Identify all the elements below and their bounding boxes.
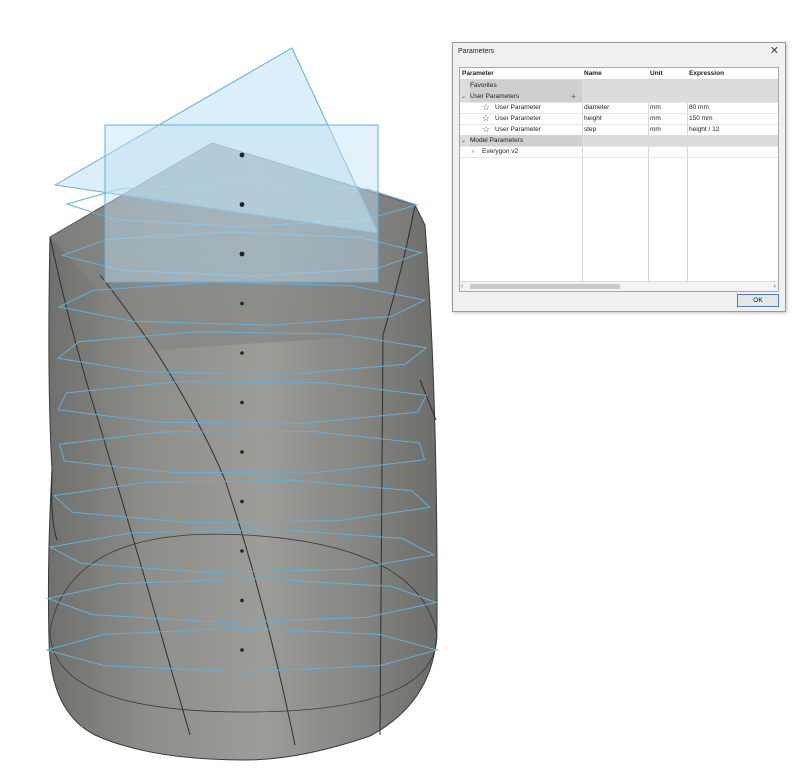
horizontal-scrollbar[interactable]: ‹ › <box>460 281 778 291</box>
axis-point[interactable] <box>239 202 245 207</box>
chevron-right-icon[interactable]: › <box>472 146 474 157</box>
star-icon[interactable]: ☆ <box>482 124 490 135</box>
axis-point[interactable] <box>240 351 244 355</box>
plus-icon[interactable]: + <box>571 91 576 102</box>
ok-button[interactable]: OK <box>737 294 779 307</box>
parameters-dialog: Parameters ✕ Parameter Name Unit Express… <box>452 42 786 312</box>
component-name: Everygon v2 <box>482 148 519 155</box>
scrollbar-thumb[interactable] <box>470 284 620 289</box>
star-icon[interactable]: ☆ <box>482 102 490 113</box>
axis-point[interactable] <box>239 152 245 158</box>
axis-point[interactable] <box>240 648 244 652</box>
column-header-unit[interactable]: Unit <box>650 68 686 79</box>
scroll-left-icon[interactable]: ‹ <box>461 282 463 291</box>
column-header-name[interactable]: Name <box>584 68 647 79</box>
axis-point[interactable] <box>239 251 245 257</box>
star-icon[interactable]: ☆ <box>482 113 490 124</box>
parameter-unit[interactable]: mm <box>650 102 686 113</box>
parameter-name[interactable]: diameter <box>584 102 647 113</box>
parameter-name[interactable]: step <box>584 124 647 135</box>
parameter-name[interactable]: height <box>584 113 647 124</box>
table-row[interactable]: › Everygon v2 <box>460 146 778 158</box>
column-header-expression[interactable]: Expression <box>689 68 775 79</box>
chevron-down-icon[interactable]: ⌄ <box>461 135 466 146</box>
close-icon[interactable]: ✕ <box>770 45 779 57</box>
parameter-type: User Parameter <box>495 126 541 133</box>
parameter-expression[interactable]: height / 12 <box>689 124 775 135</box>
chevron-down-icon[interactable]: ⌄ <box>461 91 466 102</box>
parameter-unit[interactable]: mm <box>650 113 686 124</box>
axis-point[interactable] <box>240 499 244 504</box>
group-label: User Parameters <box>470 91 582 102</box>
parameter-type: User Parameter <box>495 115 541 122</box>
parameter-type: User Parameter <box>495 104 541 111</box>
parameters-table: Parameter Name Unit Expression Favorites… <box>459 67 779 292</box>
parameter-expression[interactable]: 150 mm <box>689 113 775 124</box>
axis-point[interactable] <box>240 450 244 454</box>
axis-point[interactable] <box>240 549 244 553</box>
axis-point[interactable] <box>240 400 244 405</box>
axis-point[interactable] <box>240 301 244 306</box>
table-header: Parameter Name Unit Expression <box>460 68 778 80</box>
dialog-title: Parameters <box>458 48 495 55</box>
column-header-parameter[interactable]: Parameter <box>462 68 582 79</box>
axis-point[interactable] <box>240 598 244 603</box>
parameter-expression[interactable]: 80 mm <box>689 102 775 113</box>
scroll-right-icon[interactable]: › <box>774 282 776 291</box>
group-label: Model Parameters <box>470 135 582 146</box>
group-label: Favorites <box>470 80 582 91</box>
parameter-unit[interactable]: mm <box>650 124 686 135</box>
